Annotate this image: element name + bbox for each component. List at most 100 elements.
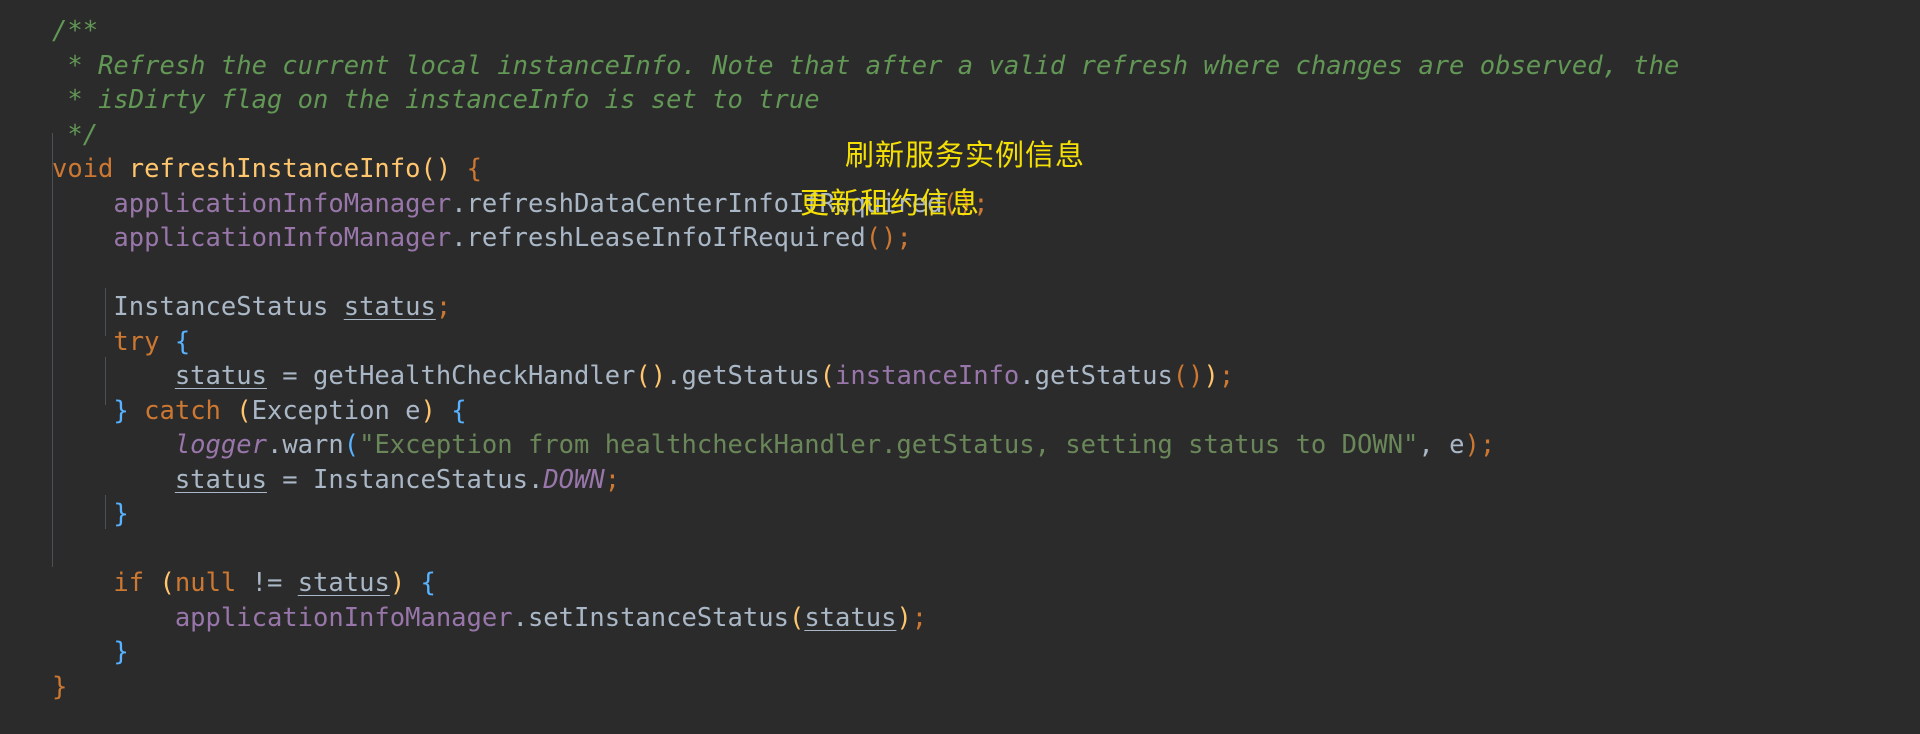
close-brace-method: } (52, 671, 68, 702)
code-line-comment-1[interactable]: * Refresh the current local instanceInfo… (0, 49, 1920, 84)
code-line-blank-1[interactable] (0, 256, 1920, 291)
type-InstanceStatus[interactable]: InstanceStatus (313, 465, 528, 495)
variable-status[interactable]: status (344, 292, 436, 322)
code-line-try[interactable]: try { (0, 325, 1920, 360)
assign-operator: = (266, 361, 314, 391)
enum-constant-DOWN[interactable]: DOWN (543, 465, 604, 495)
open-paren: ( (159, 568, 175, 598)
string-literal-warn-message[interactable]: "Exception from healthcheckHandler.getSt… (359, 430, 1418, 460)
method-setInstanceStatus[interactable]: setInstanceStatus (528, 603, 789, 633)
code-line-logger-warn[interactable]: logger.warn("Exception from healthcheckH… (0, 428, 1920, 463)
inner-parens: () (1172, 361, 1204, 391)
method-warn[interactable]: warn (282, 430, 343, 460)
open-paren: ( (788, 602, 805, 633)
close-paren: ) (896, 602, 912, 633)
signature-parens: () (420, 154, 452, 184)
code-line-blank-2[interactable] (0, 532, 1920, 567)
semicolon: ; (604, 464, 621, 495)
variable-status[interactable]: status (804, 603, 896, 633)
code-line-declare-status[interactable]: InstanceStatus status; (0, 290, 1920, 325)
open-brace-if: { (420, 568, 436, 598)
open-brace-try: { (174, 326, 191, 357)
semicolon: ; (1479, 430, 1496, 460)
semicolon: ; (435, 292, 452, 322)
keyword-catch: catch (144, 395, 221, 426)
field-applicationInfoManager[interactable]: applicationInfoManager (175, 603, 513, 633)
close-paren: ) (420, 395, 436, 426)
open-brace-catch: { (451, 395, 467, 426)
call-parens: () (635, 361, 667, 391)
code-line-close-if[interactable]: } (0, 635, 1920, 670)
javadoc-open: /** (52, 16, 99, 46)
argument-e[interactable]: e (1449, 430, 1464, 460)
code-line-comment-2[interactable]: * isDirty flag on the instanceInfo is se… (0, 83, 1920, 118)
method-name-refreshInstanceInfo[interactable]: refreshInstanceInfo (129, 154, 421, 184)
variable-status[interactable]: status (175, 465, 267, 495)
code-line-get-status[interactable]: status = getHealthCheckHandler().getStat… (0, 359, 1920, 394)
javadoc-text-2: * isDirty flag on the instanceInfo is se… (52, 85, 820, 115)
code-line-status-down[interactable]: status = InstanceStatus.DOWN; (0, 463, 1920, 498)
open-brace-method: { (466, 154, 482, 184)
close-paren: ) (1464, 430, 1480, 460)
dot: . (451, 223, 467, 253)
code-lines[interactable]: /** * Refresh the current local instance… (0, 14, 1920, 704)
not-equal-operator: != (236, 568, 298, 598)
dot: . (1019, 361, 1035, 391)
keyword-try: try (113, 326, 160, 357)
code-line-refresh-lease[interactable]: applicationInfoManager.refreshLeaseInfoI… (0, 221, 1920, 256)
javadoc-close: */ (52, 119, 99, 150)
variable-status[interactable]: status (298, 568, 390, 598)
keyword-null: null (174, 568, 237, 598)
code-line-if[interactable]: if (null != status) { (0, 566, 1920, 601)
type-Exception[interactable]: Exception (252, 396, 390, 426)
open-paren: ( (236, 395, 252, 426)
comma: , (1418, 430, 1450, 460)
close-paren: ) (1203, 361, 1219, 391)
dot: . (266, 430, 283, 460)
code-line-set-status[interactable]: applicationInfoManager.setInstanceStatus… (0, 601, 1920, 636)
code-line-close-catch[interactable]: } (0, 497, 1920, 532)
code-line-comment-open[interactable]: /** (0, 14, 1920, 49)
code-line-catch[interactable]: } catch (Exception e) { (0, 394, 1920, 429)
variable-status[interactable]: status (175, 361, 267, 391)
close-brace-if: } (113, 637, 129, 667)
annotation-update-lease-info: 更新租约信息 (800, 186, 981, 220)
method-getStatus-inner[interactable]: getStatus (1035, 361, 1173, 391)
keyword-if: if (113, 568, 145, 598)
field-applicationInfoManager[interactable]: applicationInfoManager (113, 223, 451, 253)
method-refreshLeaseInfoIfRequired[interactable]: refreshLeaseInfoIfRequired (467, 223, 866, 253)
close-paren: ) (389, 568, 406, 598)
field-logger[interactable]: logger (175, 430, 267, 460)
dot: . (527, 464, 544, 495)
close-brace-catch: } (113, 499, 129, 529)
open-paren: ( (819, 361, 836, 391)
open-paren: ( (343, 430, 360, 460)
close-brace-try: } (113, 395, 129, 426)
field-applicationInfoManager[interactable]: applicationInfoManager (113, 189, 451, 219)
type-InstanceStatus[interactable]: InstanceStatus (113, 292, 328, 322)
assign-operator: = (266, 464, 314, 495)
call-parens: () (865, 223, 897, 253)
code-editor-viewport[interactable]: /** * Refresh the current local instance… (0, 0, 1920, 734)
keyword-void: void (52, 154, 114, 184)
annotation-refresh-instance-info: 刷新服务实例信息 (845, 138, 1086, 172)
dot: . (666, 361, 682, 391)
semicolon: ; (1218, 361, 1235, 391)
code-line-close-method[interactable]: } (0, 670, 1920, 705)
dot: . (512, 602, 528, 633)
method-getStatus[interactable]: getStatus (682, 361, 820, 391)
variable-e[interactable]: e (405, 396, 420, 426)
semicolon: ; (896, 223, 912, 253)
field-instanceInfo[interactable]: instanceInfo (835, 361, 1019, 391)
method-getHealthCheckHandler[interactable]: getHealthCheckHandler (313, 361, 635, 391)
